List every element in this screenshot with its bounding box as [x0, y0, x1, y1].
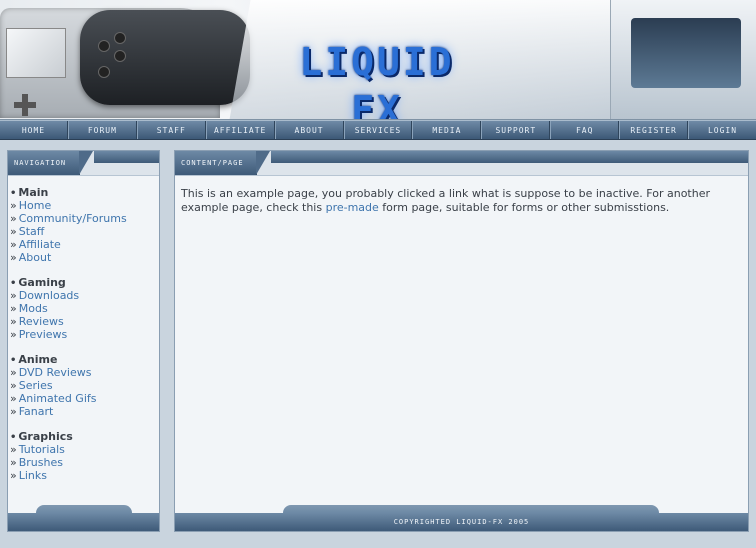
sidebar-item-series[interactable]: » Series [10, 379, 159, 392]
sidebar-item-label: DVD Reviews [18, 366, 92, 379]
chevron-right-icon: » [10, 251, 17, 264]
nav-group-title: • Graphics [10, 430, 159, 443]
sidebar-item-downloads[interactable]: » Downloads [10, 289, 159, 302]
header-banner: LIQUID FX [0, 0, 756, 120]
sidebar-item-brushes[interactable]: » Brushes [10, 456, 159, 469]
chevron-right-icon: » [10, 366, 17, 379]
sidebar-item-label: Community/Forums [18, 212, 127, 225]
nav-item-media[interactable]: MEDIA [412, 121, 482, 139]
sidebar-nav: • Main» Home» Community/Forums» Staff» Affili… [8, 176, 159, 482]
sidebar-item-label: Fanart [18, 405, 54, 418]
bullet-icon: • [10, 355, 17, 366]
site-logo[interactable]: LIQUID FX [262, 38, 492, 119]
gadget-image [610, 0, 756, 119]
bullet-icon: • [10, 278, 17, 289]
sidebar-item-label: Affiliate [18, 238, 61, 251]
nav-group-title: • Gaming [10, 276, 159, 289]
nav-group-label: Main [18, 186, 49, 199]
pre-made-link[interactable]: pre-made [326, 201, 379, 214]
chevron-right-icon: » [10, 456, 17, 469]
sidebar-item-label: Home [18, 199, 52, 212]
sidebar-item-affiliate[interactable]: » Affiliate [10, 238, 159, 251]
sidebar-item-label: Reviews [18, 315, 64, 328]
bullet-icon: • [10, 432, 17, 443]
sidebar-item-reviews[interactable]: » Reviews [10, 315, 159, 328]
nav-item-home[interactable]: HOME [0, 121, 68, 139]
nav-group-graphics: • Graphics» Tutorials» Brushes» Links [10, 430, 159, 482]
chevron-right-icon: » [10, 199, 17, 212]
sidebar-item-label: Series [18, 379, 53, 392]
content-text-after: form page, suitable for forms or other s… [378, 201, 670, 214]
sidebar-item-previews[interactable]: » Previews [10, 328, 159, 341]
sidebar-item-dvd-reviews[interactable]: » DVD Reviews [10, 366, 159, 379]
nav-group-label: Gaming [18, 276, 66, 289]
copyright-text: COPYRIGHTED LIQUID-FX 2005 [393, 518, 530, 526]
sidebar-panel: NAVIGATION • Main» Home» Community/Forums» S… [7, 150, 160, 532]
nav-item-staff[interactable]: STAFF [136, 121, 206, 139]
nav-item-forum[interactable]: FORUM [67, 121, 137, 139]
content-panel: CONTENT/PAGE This is an example page, yo… [174, 150, 749, 532]
nav-item-about[interactable]: ABOUT [274, 121, 344, 139]
sidebar-item-about[interactable]: » About [10, 251, 159, 264]
nav-group-label: Anime [18, 353, 58, 366]
sidebar-item-label: About [18, 251, 52, 264]
sidebar-item-mods[interactable]: » Mods [10, 302, 159, 315]
sidebar-item-links[interactable]: » Links [10, 469, 159, 482]
chevron-right-icon: » [10, 315, 17, 328]
sidebar-item-staff[interactable]: » Staff [10, 225, 159, 238]
chevron-right-icon: » [10, 225, 17, 238]
chevron-right-icon: » [10, 328, 17, 341]
nav-group-anime: • Anime» DVD Reviews» Series» Animated Gifs»… [10, 353, 159, 418]
chevron-right-icon: » [10, 469, 17, 482]
chevron-right-icon: » [10, 443, 17, 456]
content-footer: COPYRIGHTED LIQUID-FX 2005 [175, 513, 748, 531]
sidebar-item-label: Animated Gifs [18, 392, 97, 405]
nav-item-login[interactable]: LOGIN [688, 121, 756, 139]
sidebar-item-label: Mods [18, 302, 48, 315]
nav-group-main: • Main» Home» Community/Forums» Staff» Affili… [10, 186, 159, 264]
sidebar-item-label: Tutorials [18, 443, 65, 456]
sidebar-item-community-forums[interactable]: » Community/Forums [10, 212, 159, 225]
sidebar-item-label: Previews [18, 328, 68, 341]
top-navigation: HOME FORUM STAFF AFFILIATE ABOUT SERVICES MEDI… [0, 120, 756, 140]
nav-item-faq[interactable]: FAQ [550, 121, 620, 139]
sidebar-item-label: Downloads [18, 289, 80, 302]
chevron-right-icon: » [10, 405, 17, 418]
chevron-right-icon: » [10, 392, 17, 405]
content-paragraph: This is an example page, you probably cl… [181, 187, 738, 215]
sidebar-item-label: Brushes [18, 456, 63, 469]
psp-console-image [80, 10, 250, 105]
nav-item-services[interactable]: SERVICES [343, 121, 413, 139]
nav-group-label: Graphics [18, 430, 73, 443]
sidebar-item-home[interactable]: » Home [10, 199, 159, 212]
nav-item-support[interactable]: SUPPORT [481, 121, 551, 139]
sidebar-item-animated-gifs[interactable]: » Animated Gifs [10, 392, 159, 405]
sidebar-title: NAVIGATION [8, 151, 93, 175]
sidebar-item-label: Staff [18, 225, 45, 238]
sidebar-item-label: Links [18, 469, 47, 482]
chevron-right-icon: » [10, 212, 17, 225]
nav-item-register[interactable]: REGISTER [619, 121, 689, 139]
nav-group-title: • Main [10, 186, 159, 199]
chevron-right-icon: » [10, 289, 17, 302]
chevron-right-icon: » [10, 379, 17, 392]
chevron-right-icon: » [10, 238, 17, 251]
nav-item-affiliate[interactable]: AFFILIATE [205, 121, 275, 139]
nav-group-title: • Anime [10, 353, 159, 366]
sidebar-footer [8, 513, 159, 531]
chevron-right-icon: » [10, 302, 17, 315]
bullet-icon: • [10, 188, 17, 199]
sidebar-item-fanart[interactable]: » Fanart [10, 405, 159, 418]
sidebar-item-tutorials[interactable]: » Tutorials [10, 443, 159, 456]
content-title: CONTENT/PAGE [175, 151, 270, 175]
nav-group-gaming: • Gaming» Downloads» Mods» Reviews» Previews [10, 276, 159, 341]
